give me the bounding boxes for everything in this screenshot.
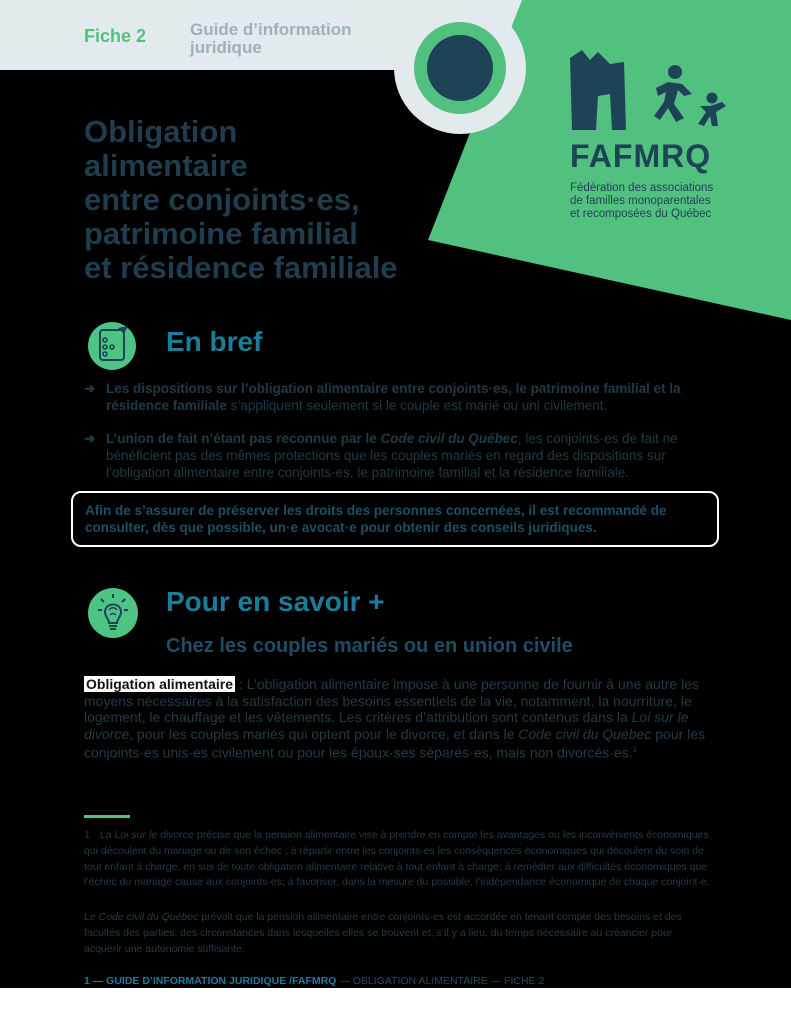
page-footer: 1 — GUIDE D’INFORMATION JURIDIQUE /FAFMR… bbox=[84, 975, 544, 987]
checklist-icon bbox=[88, 322, 136, 370]
title-line: Obligation bbox=[84, 114, 238, 149]
title-line: alimentaire bbox=[84, 148, 248, 183]
arrow-right-icon: ➜ bbox=[84, 431, 96, 446]
document-title: Obligation alimentaire entre conjoints·e… bbox=[84, 115, 484, 285]
footer-text: — OBLIGATION ALIMENTAIRE — FICHE 2 bbox=[336, 975, 545, 987]
footer-bold: 1 — GUIDE D’INFORMATION JURIDIQUE /FAFMR… bbox=[84, 975, 337, 987]
title-line: et résidence familiale bbox=[84, 250, 398, 285]
logo-wordmark: FAFMRQ bbox=[570, 138, 712, 174]
section-subheading: Chez les couples mariés ou en union civi… bbox=[166, 635, 573, 657]
title-line: patrimoine familial bbox=[84, 216, 358, 251]
en-bref-heading: En bref bbox=[166, 326, 263, 357]
lightbulb-brain-icon bbox=[88, 588, 138, 638]
footnote-divider bbox=[84, 815, 130, 818]
logo-subtitle-line: Fédération des associations bbox=[570, 182, 714, 194]
logo-subtitle-line: de familles monoparentales bbox=[570, 195, 711, 207]
logo-subtitle-line: et recomposées du Québec bbox=[570, 208, 712, 220]
bullet-text: s’appliquent seulement si le couple est … bbox=[226, 398, 608, 413]
footnote-italic: Code civil du Québec bbox=[98, 911, 199, 923]
obligation-paragraph: Obligation alimentaire : L’obligation al… bbox=[84, 676, 714, 761]
footnote-italic: Loi sur le divorce bbox=[114, 829, 194, 841]
footnote-1: 1 La Loi sur le divorce précise que la pe… bbox=[84, 828, 710, 891]
recommendation-box: Afin de s’assurer de préserver les droit… bbox=[71, 491, 719, 547]
guide-line-1: Guide d’information bbox=[190, 20, 352, 39]
footnote-1-continued: Le Code civil du Québec prévoit que la p… bbox=[84, 910, 710, 957]
pour-en-savoir-heading: Pour en savoir + bbox=[166, 586, 385, 617]
fafmrq-logo-icon bbox=[570, 50, 726, 130]
title-line: entre conjoints·es, bbox=[84, 182, 360, 217]
list-item: ➜ Les dispositions sur l’obligation alim… bbox=[84, 380, 724, 414]
footnote-text: La bbox=[99, 829, 115, 841]
paragraph-italic: Code civil du Québec bbox=[518, 725, 652, 742]
footnote-number: 1 bbox=[84, 829, 90, 841]
bullet-bold: L’union de fait n’étant pas reconnue par… bbox=[106, 431, 381, 446]
bullet-italic: Code civil du Québec bbox=[380, 431, 518, 446]
guide-line-2: juridique bbox=[190, 38, 262, 57]
logo-subtitle: Fédération des associations de familles … bbox=[570, 182, 745, 221]
footnote-ref[interactable]: 1 bbox=[633, 745, 637, 754]
bottom-margin bbox=[0, 988, 791, 1024]
arrow-right-icon: ➜ bbox=[84, 381, 96, 396]
highlighted-term: Obligation alimentaire bbox=[84, 676, 236, 692]
recommendation-text: Afin de s’assurer de préserver les droit… bbox=[85, 503, 667, 535]
paragraph-text: , pour les couples mariés qui optent pou… bbox=[129, 725, 519, 742]
guide-label: Guide d’information juridique bbox=[190, 21, 390, 57]
fiche-label: Fiche 2 bbox=[84, 26, 147, 46]
en-bref-list: ➜ Les dispositions sur l’obligation alim… bbox=[84, 380, 724, 497]
list-item: ➜ L’union de fait n’étant pas reconnue p… bbox=[84, 430, 724, 481]
footnote-text: Le bbox=[84, 911, 99, 923]
